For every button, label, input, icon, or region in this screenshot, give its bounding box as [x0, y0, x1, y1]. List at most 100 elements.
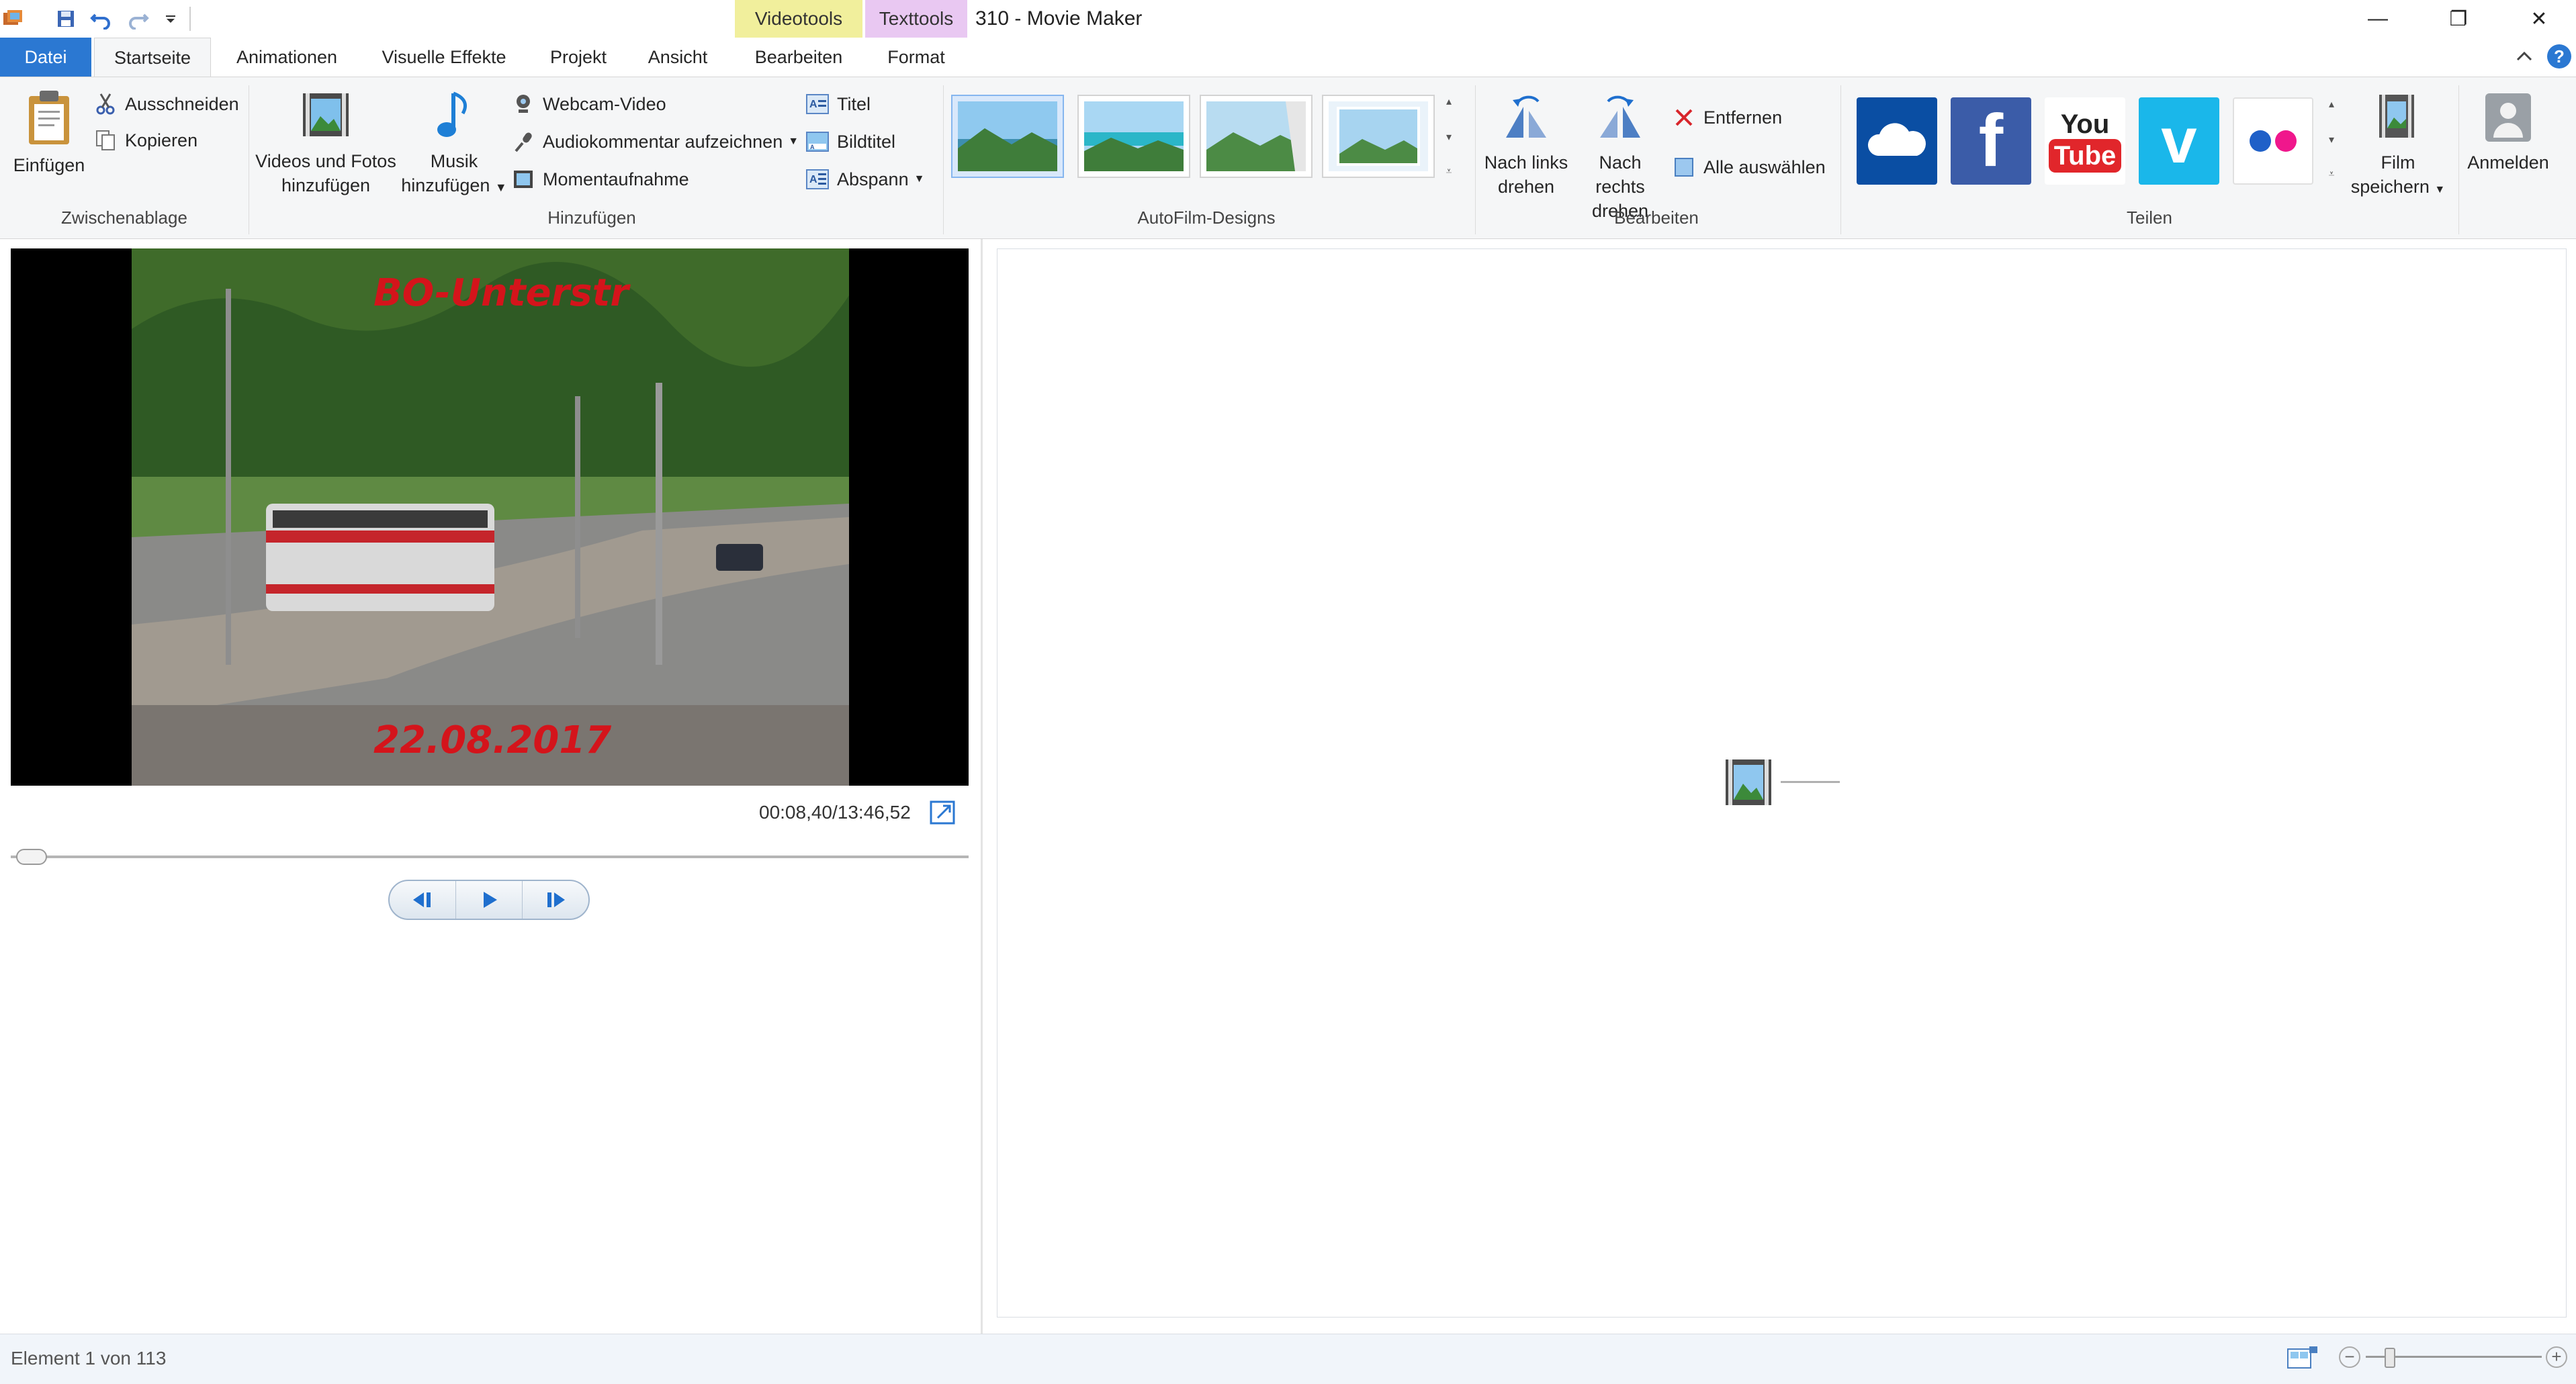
- dropdown-arrow-icon: ▼: [914, 173, 925, 185]
- title-label: Titel: [837, 93, 871, 114]
- previous-frame-button[interactable]: [390, 881, 456, 919]
- context-tab-texttools[interactable]: Texttools: [865, 0, 967, 38]
- add-videos-photos-button[interactable]: Videos und Fotos hinzufügen: [255, 89, 396, 197]
- rotate-right-label-line1: Nach rechts: [1595, 152, 1645, 197]
- context-tab-videotools[interactable]: Videotools: [735, 0, 862, 38]
- group-label-themes: AutoFilm-Designs: [1137, 207, 1276, 228]
- qat-separator: [189, 7, 191, 31]
- title-button[interactable]: A Titel: [806, 88, 871, 120]
- select-all-label: Alle auswählen: [1703, 156, 1826, 177]
- overlay-date-text[interactable]: 22.08.2017: [373, 719, 611, 762]
- tab-ansicht[interactable]: Ansicht: [634, 38, 721, 77]
- save-movie-label-line1: Film: [2381, 152, 2415, 173]
- zoom-slider-thumb[interactable]: [2385, 1348, 2395, 1368]
- play-button[interactable]: [456, 881, 523, 919]
- cut-button[interactable]: Ausschneiden: [94, 88, 239, 120]
- tab-datei[interactable]: Datei: [0, 38, 91, 77]
- share-gallery-scroll[interactable]: ▴ ▾ ⩡: [2321, 97, 2342, 181]
- facebook-button[interactable]: f: [1951, 97, 2031, 185]
- gallery-more-icon[interactable]: ⩡: [1446, 166, 1452, 178]
- tab-format[interactable]: Format: [865, 38, 967, 77]
- help-icon[interactable]: ?: [2547, 44, 2571, 68]
- gallery-up-icon[interactable]: ▴: [1446, 95, 1452, 108]
- share-up-icon[interactable]: ▴: [2329, 97, 2334, 111]
- thumbnail-size-icon[interactable]: [2286, 1345, 2319, 1372]
- rotate-left-icon: [1506, 95, 1546, 138]
- facebook-f-icon: f: [1978, 99, 2004, 182]
- save-icon[interactable]: [54, 7, 78, 31]
- undo-icon[interactable]: [89, 7, 113, 31]
- add-music-label-line2: hinzufügen: [401, 175, 490, 195]
- seek-thumb[interactable]: [16, 849, 48, 865]
- ribbon-tabs: Datei Startseite Animationen Visuelle Ef…: [0, 38, 2576, 77]
- tab-animationen[interactable]: Animationen: [224, 38, 349, 77]
- video-clip-icon: [1726, 759, 1771, 805]
- theme-thumbnail[interactable]: [951, 95, 1064, 178]
- redo-icon[interactable]: [126, 7, 150, 31]
- youtube-button[interactable]: You Tube: [2045, 97, 2125, 185]
- copy-button[interactable]: Kopieren: [94, 124, 197, 156]
- save-movie-button[interactable]: Film speichern ▼: [2344, 91, 2452, 202]
- restore-button[interactable]: ❐: [2418, 0, 2499, 38]
- tab-startseite[interactable]: Startseite: [94, 38, 211, 77]
- tab-projekt[interactable]: Projekt: [535, 38, 622, 77]
- credits-button[interactable]: A Abspann ▼: [806, 163, 924, 195]
- app-icon[interactable]: [1, 7, 26, 31]
- onedrive-button[interactable]: [1857, 97, 1937, 185]
- webcam-video-button[interactable]: Webcam-Video: [512, 88, 666, 120]
- video-preview[interactable]: BO-Unterstr 22.08.2017: [11, 248, 969, 786]
- overlay-title-text[interactable]: BO-Unterstr: [373, 271, 629, 315]
- theme-thumbnail[interactable]: [1200, 95, 1313, 178]
- credits-label: Abspann: [837, 169, 909, 189]
- paste-icon: [29, 91, 69, 144]
- group-separator: [2458, 85, 2459, 234]
- pane-splitter[interactable]: [981, 239, 994, 1334]
- playback-time: 00:08,40/13:46,52: [759, 802, 911, 823]
- clip-thumbnail[interactable]: [1723, 757, 1774, 808]
- fullscreen-preview-icon[interactable]: [930, 799, 957, 826]
- collapse-ribbon-icon[interactable]: [2511, 43, 2538, 70]
- caption-button[interactable]: A Bildtitel: [806, 126, 895, 158]
- share-down-icon[interactable]: ▾: [2329, 133, 2334, 146]
- copy-icon: [94, 129, 117, 152]
- gallery-scroll[interactable]: ▴ ▾ ⩡: [1439, 95, 1459, 178]
- storyboard-pane[interactable]: [997, 248, 2567, 1318]
- share-more-icon[interactable]: ⩡: [2328, 169, 2334, 181]
- minimize-button[interactable]: —: [2338, 0, 2418, 38]
- theme-thumbnail[interactable]: [1322, 95, 1435, 178]
- vimeo-button[interactable]: v: [2139, 97, 2219, 185]
- sign-in-button[interactable]: Anmelden: [2461, 91, 2555, 175]
- webcam-video-label: Webcam-Video: [543, 93, 666, 114]
- rotate-right-button[interactable]: Nach rechts drehen: [1572, 91, 1669, 223]
- save-movie-label-line2: speichern: [2350, 177, 2430, 197]
- group-label-share: Teilen: [2127, 207, 2172, 228]
- select-all-button[interactable]: Alle auswählen: [1673, 151, 1826, 183]
- paste-button[interactable]: Einfügen: [7, 87, 91, 177]
- seek-bar[interactable]: [11, 847, 969, 868]
- window-title: 310 - Movie Maker: [975, 7, 1143, 30]
- theme-thumbnail[interactable]: [1077, 95, 1190, 178]
- record-narration-button[interactable]: Audiokommentar aufzeichnen ▼: [512, 126, 799, 158]
- close-button[interactable]: ✕: [2499, 0, 2576, 38]
- rotate-left-button[interactable]: Nach links drehen: [1480, 91, 1572, 199]
- dropdown-arrow-icon: ▼: [494, 181, 507, 194]
- preview-pane: BO-Unterstr 22.08.2017 00:08,40/13:46,52: [0, 239, 981, 1334]
- gallery-down-icon[interactable]: ▾: [1446, 130, 1452, 144]
- tab-visuelle-effekte[interactable]: Visuelle Effekte: [368, 38, 520, 77]
- zoom-in-button[interactable]: +: [2546, 1346, 2567, 1368]
- tab-bearbeiten[interactable]: Bearbeiten: [735, 38, 862, 77]
- previous-frame-icon: [413, 892, 431, 907]
- next-frame-button[interactable]: [523, 881, 588, 919]
- add-music-button[interactable]: Musik hinzufügen ▼: [398, 89, 510, 199]
- svg-text:A: A: [810, 144, 815, 150]
- caption-icon: A: [806, 130, 829, 153]
- flickr-button[interactable]: [2233, 97, 2313, 185]
- zoom-out-button[interactable]: −: [2339, 1346, 2360, 1368]
- snapshot-button[interactable]: Momentaufnahme: [512, 163, 689, 195]
- user-avatar-icon: [2485, 93, 2531, 142]
- microphone-icon: [512, 130, 535, 153]
- qat-customize-icon[interactable]: [159, 7, 183, 31]
- remove-button[interactable]: Entfernen: [1673, 101, 1782, 134]
- sign-in-label: Anmelden: [2467, 152, 2549, 173]
- rotate-left-label-line2: drehen: [1497, 177, 1555, 197]
